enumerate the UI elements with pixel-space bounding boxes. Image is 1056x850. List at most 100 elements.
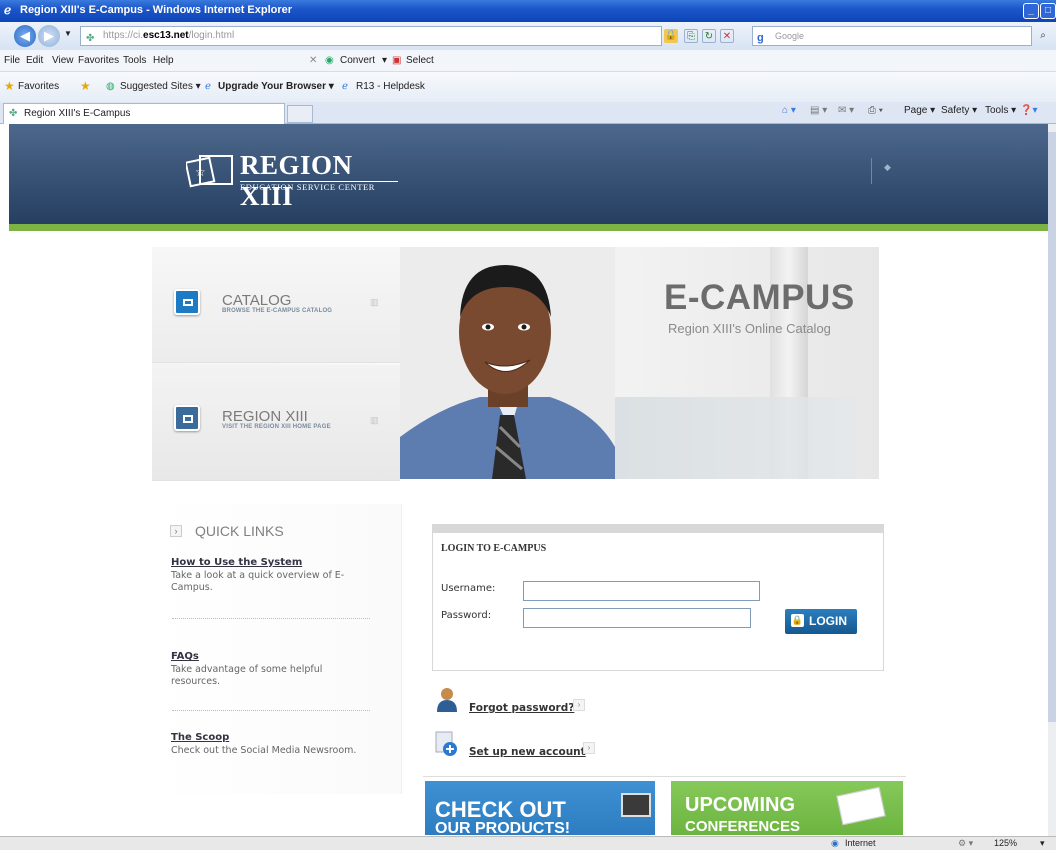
title-bar: ℯ Region XIII's E-Campus - Windows Inter… bbox=[0, 0, 1056, 22]
ie-icon: ℯ bbox=[4, 3, 12, 17]
lock-icon: 🔒 bbox=[791, 614, 804, 627]
banner-divider bbox=[423, 776, 906, 777]
favorites-button[interactable]: Favorites bbox=[18, 81, 59, 92]
login-title: LOGIN TO E-CAMPUS bbox=[441, 543, 547, 554]
globe-icon: ◉ bbox=[831, 838, 839, 848]
region-xiii-home-icon bbox=[174, 405, 200, 431]
add-account-icon bbox=[435, 731, 457, 756]
divider bbox=[172, 618, 370, 619]
upgrade-browser-link[interactable]: Upgrade Your Browser ▾ bbox=[218, 81, 334, 92]
close-toolbar-icon[interactable]: ✕ bbox=[309, 55, 317, 66]
stop-icon[interactable]: ✕ bbox=[720, 29, 734, 43]
new-account-arrow-icon[interactable]: › bbox=[583, 742, 595, 754]
laptop-icon bbox=[621, 793, 651, 817]
add-favorite-icon[interactable]: ★ bbox=[80, 79, 91, 93]
divider bbox=[172, 710, 370, 711]
header-accent-line bbox=[9, 224, 1048, 231]
favorites-star-icon: ★ bbox=[4, 79, 15, 93]
ecampus-subtitle: Region XIII's Online Catalog bbox=[668, 321, 831, 336]
quick-link-how-to-desc: Take a look at a quick overview of E-Cam… bbox=[171, 570, 345, 593]
login-panel-topbar bbox=[433, 525, 883, 533]
history-dropdown-icon[interactable]: ▼ bbox=[64, 29, 72, 38]
new-tab-button[interactable] bbox=[287, 105, 313, 123]
home-icon[interactable]: ⌂ ▾ bbox=[782, 105, 796, 116]
region-xiii-tile[interactable]: REGION XIII VISIT THE REGION XIII HOME P… bbox=[152, 365, 400, 481]
username-field[interactable] bbox=[523, 581, 760, 601]
convert-icon: ◉ bbox=[325, 55, 334, 66]
lock-icon[interactable]: 🔒 bbox=[664, 29, 678, 43]
catalog-icon bbox=[174, 289, 200, 315]
catalog-tile[interactable]: CATALOG BROWSE THE E-CAMPUS CATALOG ▥ bbox=[152, 247, 400, 363]
forgot-arrow-icon[interactable]: › bbox=[573, 699, 585, 711]
zoom-dropdown-icon[interactable]: ▾ bbox=[1040, 838, 1045, 849]
address-bar[interactable]: ✤ https://ci.esc13.net/login.html bbox=[80, 26, 662, 46]
quick-link-how-to[interactable]: How to Use the System bbox=[171, 557, 302, 568]
conferences-banner[interactable]: UPCOMING CONFERENCES bbox=[671, 781, 903, 835]
tab-row: ✤ Region XIII's E-Campus bbox=[0, 102, 1056, 124]
address-subdomain: ci. bbox=[133, 30, 144, 41]
tab-ecampus[interactable]: ✤ Region XIII's E-Campus bbox=[3, 103, 285, 124]
quick-links-arrow-icon: › bbox=[170, 525, 182, 537]
google-icon: g bbox=[757, 32, 764, 44]
address-scheme: https:// bbox=[103, 30, 134, 41]
menu-edit[interactable]: Edit bbox=[26, 55, 43, 66]
favorites-bar: ★ Favorites ★ ◍ Suggested Sites ▾ ℯ Upgr… bbox=[0, 72, 1056, 102]
ecampus-title: E-CAMPUS bbox=[664, 278, 855, 317]
region-xiii-arrow-icon: ▥ bbox=[370, 415, 379, 425]
minimize-button[interactable]: _ bbox=[1023, 3, 1039, 19]
search-icon[interactable]: ⌕ bbox=[1036, 29, 1050, 43]
quick-links-heading: QUICK LINKS bbox=[195, 523, 284, 539]
page-menu[interactable]: Page ▾ bbox=[904, 105, 935, 116]
search-input[interactable]: g Google bbox=[752, 26, 1032, 46]
window-title: Region XIII's E-Campus - Windows Interne… bbox=[20, 4, 293, 16]
helpdesk-link[interactable]: R13 - Helpdesk bbox=[356, 81, 425, 92]
products-banner[interactable]: CHECK OUT OUR PRODUCTS! bbox=[425, 781, 655, 837]
compatibility-icon[interactable]: ⎘ bbox=[684, 29, 698, 43]
refresh-icon[interactable]: ↻ bbox=[702, 29, 716, 43]
vertical-scrollbar[interactable] bbox=[1048, 124, 1056, 836]
quick-link-scoop[interactable]: The Scoop bbox=[171, 732, 229, 743]
forgot-password-link[interactable]: Forgot password? bbox=[469, 702, 574, 714]
username-label: Username: bbox=[441, 583, 496, 594]
quick-link-faqs[interactable]: FAQs bbox=[171, 651, 199, 662]
conferences-banner-line2: CONFERENCES bbox=[685, 818, 801, 835]
menu-bar: File Edit View Favorites Tools Help ✕ ◉ … bbox=[0, 50, 1056, 72]
mail-icon[interactable]: ✉ ▾ bbox=[838, 105, 854, 116]
select-button[interactable]: Select bbox=[406, 55, 434, 66]
maximize-button[interactable]: □ bbox=[1040, 3, 1056, 19]
login-button[interactable]: 🔒 LOGIN bbox=[785, 609, 857, 634]
address-row: ◀ ▶ ▼ ✤ https://ci.esc13.net/login.html … bbox=[0, 22, 1056, 50]
password-field[interactable] bbox=[523, 608, 751, 628]
products-banner-line2: OUR PRODUCTS! bbox=[435, 820, 571, 837]
new-account-link[interactable]: Set up new account bbox=[469, 746, 586, 758]
protected-mode-icon[interactable]: ⚙ ▾ bbox=[958, 838, 973, 849]
site-icon: ✤ bbox=[86, 33, 95, 44]
region-xiii-label: REGION XIII bbox=[222, 408, 308, 425]
header-divider bbox=[871, 158, 872, 184]
forward-button[interactable]: ▶ bbox=[38, 25, 60, 47]
safety-menu[interactable]: Safety ▾ bbox=[941, 105, 977, 116]
zoom-level[interactable]: 125% bbox=[994, 838, 1017, 848]
tools-menu[interactable]: Tools ▾ bbox=[985, 105, 1016, 116]
convert-dropdown-icon[interactable]: ▾ bbox=[382, 55, 387, 66]
scrollbar-thumb[interactable] bbox=[1048, 132, 1056, 722]
menu-tools[interactable]: Tools bbox=[123, 55, 146, 66]
menu-view[interactable]: View bbox=[52, 55, 74, 66]
help-icon[interactable]: ❓▾ bbox=[1020, 105, 1037, 116]
password-label: Password: bbox=[441, 610, 492, 621]
menu-favorites[interactable]: Favorites bbox=[78, 55, 119, 66]
convert-button[interactable]: Convert bbox=[340, 55, 375, 66]
header-menu-icon[interactable]: ◆ bbox=[884, 162, 891, 173]
feeds-icon[interactable]: ▤ ▾ bbox=[810, 105, 827, 116]
print-icon[interactable]: ⎙ ▾ bbox=[868, 105, 883, 116]
catalog-label: CATALOG bbox=[222, 292, 292, 309]
suggested-sites-link[interactable]: Suggested Sites ▾ bbox=[120, 81, 201, 92]
zone-label: Internet bbox=[845, 838, 876, 848]
logo-subtitle: EDUCATION SERVICE CENTER bbox=[240, 182, 376, 192]
quick-link-faqs-desc: Take advantage of some helpful resources… bbox=[171, 664, 323, 687]
menu-help[interactable]: Help bbox=[153, 55, 174, 66]
menu-file[interactable]: File bbox=[4, 55, 20, 66]
back-button[interactable]: ◀ bbox=[14, 25, 36, 47]
tab-site-icon: ✤ bbox=[9, 108, 18, 119]
search-placeholder: Google bbox=[775, 31, 805, 41]
